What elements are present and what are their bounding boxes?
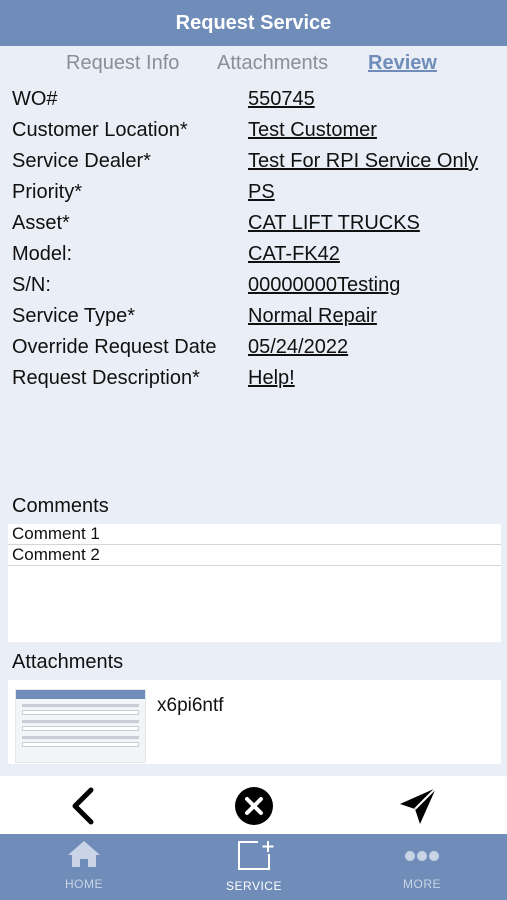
thumbnail-field xyxy=(22,742,139,747)
app-header: Request Service xyxy=(0,0,507,46)
chevron-left-icon xyxy=(72,787,94,825)
tabbar-more[interactable]: MORE xyxy=(362,840,482,891)
close-circle-icon xyxy=(235,787,273,825)
field-row-request-description: Request Description* Help! xyxy=(12,367,502,398)
thumbnail-line xyxy=(22,720,139,723)
field-value-service-dealer[interactable]: Test For RPI Service Only xyxy=(248,150,478,173)
thumbnail-line xyxy=(22,736,139,739)
comment-item[interactable]: Comment 2 xyxy=(8,545,501,566)
attachments-heading: Attachments xyxy=(12,651,124,673)
more-icon xyxy=(405,851,439,861)
field-value-customer-location[interactable]: Test Customer xyxy=(248,119,377,142)
field-row-asset: Asset* CAT LIFT TRUCKS xyxy=(12,212,502,243)
send-button[interactable] xyxy=(396,784,440,828)
thumbnail-line xyxy=(22,704,139,707)
field-label: Customer Location* xyxy=(12,119,188,141)
new-request-icon xyxy=(238,841,274,870)
field-label: Service Dealer* xyxy=(12,150,151,172)
field-row-service-dealer: Service Dealer* Test For RPI Service Onl… xyxy=(12,150,502,181)
page-title: Request Service xyxy=(175,11,332,34)
field-value-asset[interactable]: CAT LIFT TRUCKS xyxy=(248,212,420,235)
attachment-thumbnail[interactable] xyxy=(15,689,146,763)
field-label: Priority* xyxy=(12,181,83,203)
field-value-serial-number[interactable]: 00000000Testing xyxy=(248,274,400,297)
thumbnail-field xyxy=(22,726,139,731)
field-value-override-request-date[interactable]: 05/24/2022 xyxy=(248,336,348,359)
review-fields: WO# 550745 Customer Location* Test Custo… xyxy=(12,88,502,398)
tabbar-home[interactable]: HOME xyxy=(24,840,144,891)
attachment-name[interactable]: x6pi6ntf xyxy=(157,695,224,717)
comment-item[interactable]: Comment 1 xyxy=(8,524,501,545)
tab-attachments[interactable]: Attachments xyxy=(217,52,328,75)
tabbar-label: SERVICE xyxy=(226,879,282,893)
field-row-customer-location: Customer Location* Test Customer xyxy=(12,119,502,150)
tab-review[interactable]: Review xyxy=(368,52,437,75)
bottom-tab-bar: HOME SERVICE MORE xyxy=(0,834,507,900)
field-label: WO# xyxy=(12,88,58,110)
tabbar-label: HOME xyxy=(65,877,103,891)
field-label: S/N: xyxy=(12,274,51,296)
field-label: Model: xyxy=(12,243,73,265)
field-label: Service Type* xyxy=(12,305,136,327)
segment-tabs: Request Info Attachments Review xyxy=(0,52,507,80)
attachments-list: x6pi6ntf xyxy=(8,680,501,764)
home-icon xyxy=(68,841,100,867)
comments-heading: Comments xyxy=(12,495,109,517)
back-button[interactable] xyxy=(60,784,104,828)
tab-request-info[interactable]: Request Info xyxy=(66,52,179,75)
tabbar-service[interactable]: SERVICE xyxy=(194,840,314,893)
field-row-serial-number: S/N: 00000000Testing xyxy=(12,274,502,305)
field-value-request-description[interactable]: Help! xyxy=(248,367,295,390)
field-value-priority[interactable]: PS xyxy=(248,181,275,204)
field-row-override-request-date: Override Request Date 05/24/2022 xyxy=(12,336,502,367)
field-label: Override Request Date xyxy=(12,336,217,358)
comments-list: Comment 1 Comment 2 xyxy=(8,524,501,642)
field-row-service-type: Service Type* Normal Repair xyxy=(12,305,502,336)
action-toolbar xyxy=(0,776,507,834)
field-value-model[interactable]: CAT-FK42 xyxy=(248,243,340,266)
field-row-model: Model: CAT-FK42 xyxy=(12,243,502,274)
field-value-service-type[interactable]: Normal Repair xyxy=(248,305,377,328)
thumbnail-header xyxy=(16,690,145,699)
paper-plane-icon xyxy=(400,787,437,824)
tabbar-label: MORE xyxy=(403,877,441,891)
field-label: Asset* xyxy=(12,212,70,234)
field-value-wo[interactable]: 550745 xyxy=(248,88,315,111)
field-row-wo: WO# 550745 xyxy=(12,88,502,119)
field-row-priority: Priority* PS xyxy=(12,181,502,212)
field-label: Request Description* xyxy=(12,367,200,389)
thumbnail-field xyxy=(22,710,139,715)
cancel-button[interactable] xyxy=(232,784,276,828)
